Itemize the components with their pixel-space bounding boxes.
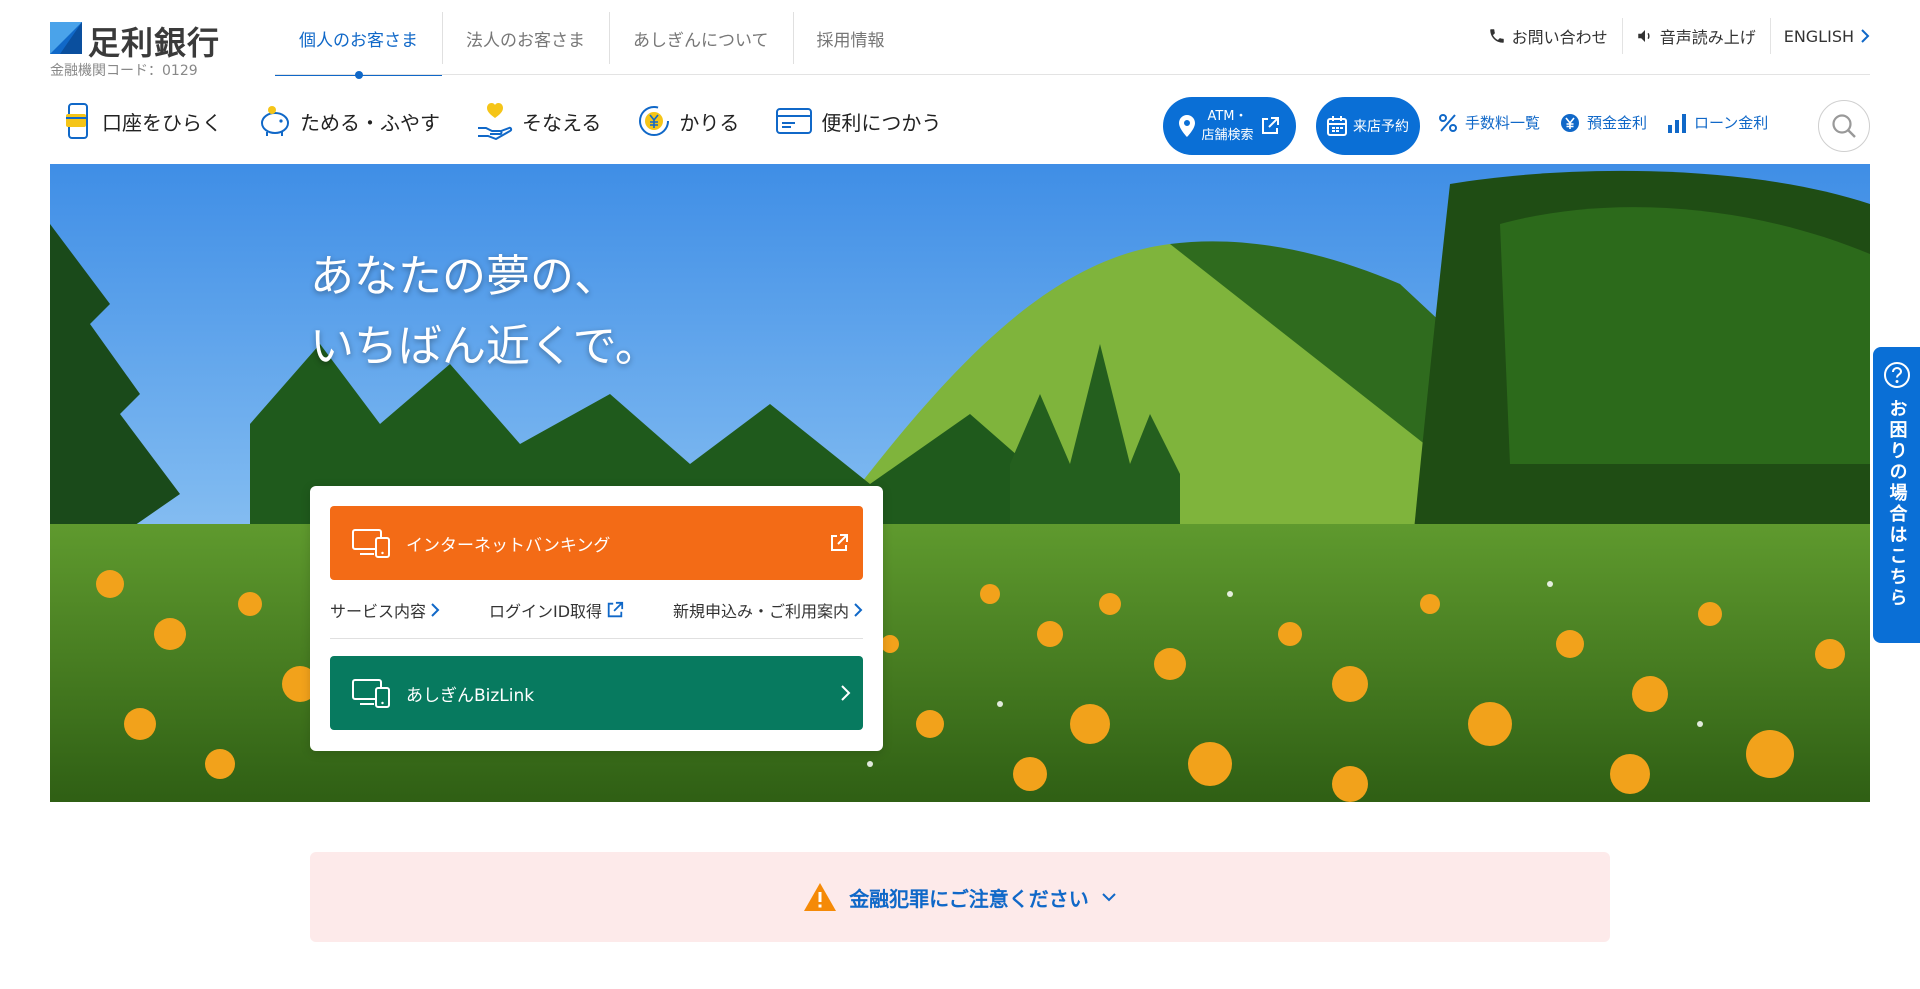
atm-branch-search-label: ATM・ 店舗検索 bbox=[1201, 107, 1253, 145]
nav-borrow[interactable]: かりる bbox=[637, 104, 739, 138]
tab-recruit-label: 採用情報 bbox=[816, 30, 885, 51]
nav-prepare[interactable]: そなえる bbox=[476, 102, 601, 140]
atm-label-line1: ATM・ bbox=[1207, 109, 1248, 124]
nav-save-invest-label: ためる・ふやす bbox=[300, 110, 440, 135]
bank-code: 金融機関コード：0129 bbox=[50, 63, 198, 79]
read-aloud-link[interactable]: 音声読み上げ bbox=[1621, 18, 1770, 54]
atm-label-line2: 店舗検索 bbox=[1201, 128, 1254, 143]
hero-line-2: いちばん近くで。 bbox=[310, 321, 659, 372]
english-link[interactable]: ENGLISH bbox=[1769, 18, 1870, 54]
help-side-tab-label: お困りの場合はこちら bbox=[1886, 399, 1908, 609]
service-content-label: サービス内容 bbox=[330, 602, 427, 621]
yen-icon bbox=[1561, 113, 1580, 132]
calendar-icon bbox=[1327, 116, 1347, 136]
bizlink-button[interactable]: あしぎんBizLink bbox=[330, 656, 863, 730]
piggy-bank-icon bbox=[261, 106, 289, 136]
fee-list-label: 手数料一覧 bbox=[1465, 114, 1541, 132]
quick-links: 手数料一覧 預金金利 ローン金利 bbox=[1438, 112, 1768, 133]
fraud-alert-banner[interactable]: 金融犯罪にご注意ください bbox=[310, 852, 1610, 942]
heart-hand-icon bbox=[478, 103, 513, 140]
bank-name: 足利銀行 bbox=[88, 24, 221, 62]
english-label: ENGLISH bbox=[1783, 26, 1854, 46]
login-id-link[interactable]: ログインID取得 bbox=[489, 598, 624, 622]
warning-icon bbox=[804, 883, 837, 911]
read-aloud-label: 音声読み上げ bbox=[1659, 28, 1756, 47]
utility-nav: お問い合わせ 音声読み上げ ENGLISH bbox=[1474, 18, 1870, 54]
tab-corporate[interactable]: 法人のお客さま bbox=[442, 0, 609, 76]
nav-open-account-label: 口座をひらく bbox=[102, 110, 222, 135]
nav-borrow-label: かりる bbox=[679, 110, 740, 135]
devices-icon bbox=[352, 529, 390, 558]
visit-reservation-label: 来店予約 bbox=[1353, 119, 1409, 135]
yen-cycle-icon bbox=[639, 106, 670, 136]
atm-branch-search-button[interactable]: ATM・ 店舗検索 bbox=[1163, 97, 1296, 155]
bank-logo-icon bbox=[50, 22, 82, 54]
card-divider bbox=[330, 638, 863, 639]
help-side-tab[interactable]: お困りの場合はこちら bbox=[1873, 347, 1920, 643]
tab-recruit[interactable]: 採用情報 bbox=[792, 0, 909, 76]
smartphone-card-icon bbox=[66, 103, 88, 139]
chevron-down-icon bbox=[1102, 893, 1116, 902]
nav-prepare-label: そなえる bbox=[522, 110, 602, 135]
contact-label: お問い合わせ bbox=[1511, 28, 1608, 47]
nav-convenient-label: 便利につかう bbox=[821, 110, 942, 135]
contact-link[interactable]: お問い合わせ bbox=[1474, 22, 1622, 50]
phone-icon bbox=[1489, 29, 1504, 43]
chevron-right-icon bbox=[854, 603, 863, 617]
main-nav: 口座をひらく ためる・ふやす そなえる かりる 便利につかう bbox=[64, 102, 977, 140]
search-button[interactable] bbox=[1818, 100, 1870, 152]
header-divider bbox=[275, 74, 1870, 75]
tab-personal-label: 個人のお客さま bbox=[299, 30, 418, 51]
internet-banking-links: サービス内容 ログインID取得 新規申込み・ご利用案内 bbox=[330, 598, 863, 622]
percent-icon bbox=[1439, 113, 1457, 132]
audience-tabs: 個人のお客さま 法人のお客さま あしぎんについて 採用情報 bbox=[275, 0, 909, 79]
tab-corporate-label: 法人のお客さま bbox=[466, 30, 585, 51]
devices-icon bbox=[352, 679, 390, 708]
external-link-icon bbox=[831, 534, 848, 551]
bizlink-label: あしぎんBizLink bbox=[406, 685, 535, 706]
chevron-right-icon bbox=[431, 603, 440, 617]
apply-guide-link[interactable]: 新規申込み・ご利用案内 bbox=[673, 598, 863, 622]
deposit-rate-label: 預金金利 bbox=[1587, 114, 1648, 132]
service-content-link[interactable]: サービス内容 bbox=[330, 598, 440, 622]
visit-reservation-button[interactable]: 来店予約 bbox=[1316, 97, 1420, 155]
bar-chart-icon bbox=[1668, 113, 1687, 133]
external-link-icon bbox=[1261, 117, 1279, 134]
tab-personal[interactable]: 個人のお客さま bbox=[275, 0, 442, 79]
question-circle-icon bbox=[1883, 362, 1910, 388]
chevron-right-icon bbox=[1861, 29, 1870, 43]
map-pin-icon bbox=[1179, 115, 1196, 137]
tab-about-label: あしぎんについて bbox=[633, 30, 769, 51]
internet-banking-button[interactable]: インターネットバンキング bbox=[330, 506, 863, 580]
fraud-alert-label: 金融犯罪にご注意ください bbox=[849, 886, 1089, 911]
hero-line-1: あなたの夢の、 bbox=[310, 251, 618, 302]
fee-list-link[interactable]: 手数料一覧 bbox=[1438, 112, 1540, 133]
active-indicator-dot bbox=[354, 71, 363, 79]
login-id-label: ログインID取得 bbox=[488, 602, 603, 621]
hero-catchphrase: あなたの夢の、 いちばん近くで。 bbox=[310, 242, 659, 382]
speaker-icon bbox=[1637, 30, 1650, 42]
card-icon bbox=[776, 108, 813, 134]
chevron-right-icon bbox=[841, 685, 851, 701]
search-icon bbox=[1832, 114, 1856, 138]
tab-about[interactable]: あしぎんについて bbox=[609, 0, 793, 76]
deposit-rate-link[interactable]: 預金金利 bbox=[1560, 112, 1647, 133]
internet-banking-label: インターネットバンキング bbox=[406, 535, 611, 556]
nav-save-invest[interactable]: ためる・ふやす bbox=[258, 105, 440, 137]
loan-rate-link[interactable]: ローン金利 bbox=[1667, 112, 1768, 133]
loan-rate-label: ローン金利 bbox=[1694, 114, 1769, 132]
nav-open-account[interactable]: 口座をひらく bbox=[64, 102, 222, 140]
apply-guide-label: 新規申込み・ご利用案内 bbox=[672, 602, 849, 621]
login-card: インターネットバンキング サービス内容 ログインID取得 新規申込み・ご利用案内… bbox=[310, 486, 883, 751]
nav-convenient[interactable]: 便利につかう bbox=[775, 106, 941, 136]
external-link-icon bbox=[607, 601, 624, 618]
